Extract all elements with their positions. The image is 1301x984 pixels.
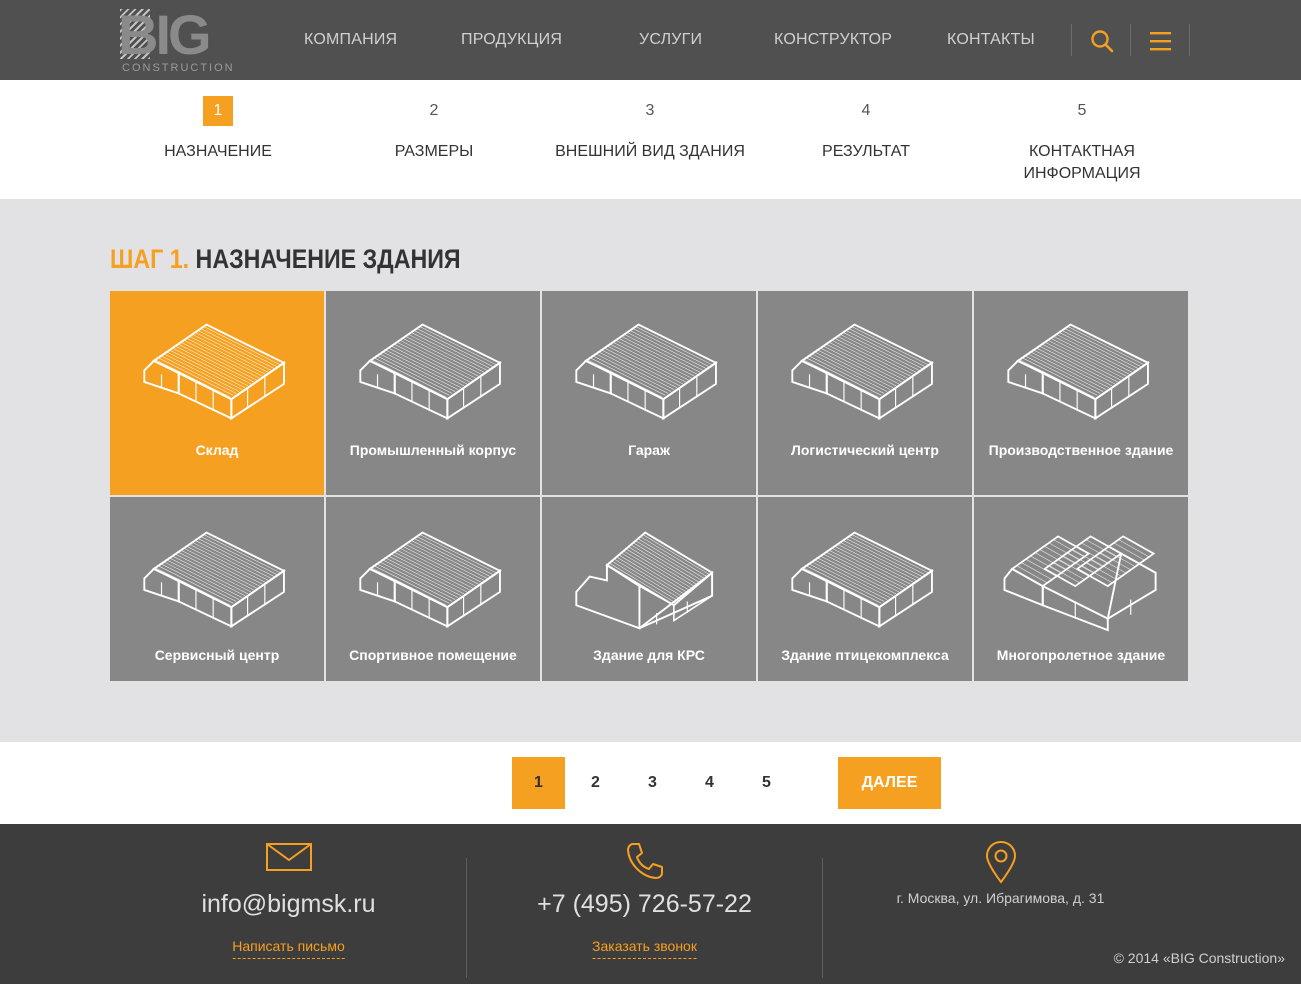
page-button-1[interactable]: 1: [512, 757, 565, 809]
nav-item-contacts[interactable]: КОНТАКТЫ: [947, 31, 1035, 49]
header-divider: [1071, 24, 1072, 56]
building-type-tile[interactable]: Логистический центр: [758, 291, 972, 495]
site-header: BIG CONSTRUCTION КОМПАНИЯ ПРОДУКЦИЯ УСЛУ…: [0, 0, 1301, 80]
pagination-bar: 1 2 3 4 5 ДАЛЕЕ: [0, 742, 1301, 824]
nav-item-products[interactable]: ПРОДУКЦИЯ: [461, 31, 562, 49]
building-type-label: Промышленный корпус: [349, 442, 517, 458]
building-type-label: Гараж: [628, 442, 670, 458]
step-label: КОНТАКТНАЯ ИНФОРМАЦИЯ: [1023, 143, 1141, 182]
building-type-label: Производственное здание: [988, 442, 1174, 458]
footer-phone[interactable]: +7 (495) 726-57-22: [467, 890, 822, 919]
step-title-text: НАЗНАЧЕНИЕ ЗДАНИЯ: [195, 244, 461, 274]
step-1[interactable]: 1 НАЗНАЧЕНИЕ: [108, 96, 328, 163]
nav-item-constructor[interactable]: КОНСТРУКТОР: [774, 31, 892, 49]
step-4[interactable]: 4 РЕЗУЛЬТАТ: [756, 96, 976, 163]
step-label: НАЗНАЧЕНИЕ: [164, 143, 272, 160]
step-label: РАЗМЕРЫ: [394, 143, 474, 160]
building-type-grid: Склад Промышленный корпус Гараж Логистич…: [110, 291, 1190, 681]
step-2[interactable]: 2 РАЗМЕРЫ: [324, 96, 544, 163]
request-call-link[interactable]: Заказать звонок: [592, 938, 697, 959]
step-progress: 1 НАЗНАЧЕНИЕ 2 РАЗМЕРЫ 3 ВНЕШНИЙ ВИД ЗДА…: [0, 80, 1301, 199]
page-title: ШАГ 1. НАЗНАЧЕНИЕ ЗДАНИЯ: [110, 244, 461, 275]
building-type-tile[interactable]: Промышленный корпус: [326, 291, 540, 495]
step-number: 4: [861, 102, 871, 119]
step-number: 5: [1077, 102, 1087, 119]
envelope-icon: [265, 840, 313, 879]
building-type-tile[interactable]: Здание для КРС: [542, 497, 756, 681]
building-type-label: Спортивное помещение: [349, 647, 517, 663]
step-title-accent: ШАГ 1.: [110, 244, 190, 274]
step-3[interactable]: 3 ВНЕШНИЙ ВИД ЗДАНИЯ: [540, 96, 760, 163]
search-icon[interactable]: [1089, 28, 1115, 54]
footer-email-block: info@bigmsk.ru Написать письмо: [111, 824, 466, 984]
building-type-label: Многопролетное здание: [996, 647, 1166, 663]
next-button[interactable]: ДАЛЕЕ: [838, 757, 941, 809]
page-button-5[interactable]: 5: [740, 757, 793, 809]
nav-item-services[interactable]: УСЛУГИ: [639, 31, 702, 49]
step-number: 2: [429, 102, 439, 119]
building-type-tile[interactable]: Гараж: [542, 291, 756, 495]
building-type-label: Здание птицекомплекса: [781, 647, 949, 663]
step-label: ВНЕШНИЙ ВИД ЗДАНИЯ: [555, 143, 745, 160]
logo-text: BIG: [118, 3, 212, 66]
building-type-tile[interactable]: Производственное здание: [974, 291, 1188, 495]
building-type-tile[interactable]: Здание птицекомплекса: [758, 497, 972, 681]
site-footer: info@bigmsk.ru Написать письмо +7 (495) …: [0, 824, 1301, 984]
building-type-label: Сервисный центр: [154, 647, 280, 663]
step-label: РЕЗУЛЬТАТ: [822, 143, 910, 160]
building-type-label: Склад: [195, 442, 239, 458]
phone-icon: [624, 840, 666, 887]
building-type-tile[interactable]: Склад: [110, 291, 324, 495]
logo-subtext: CONSTRUCTION: [122, 62, 235, 74]
nav-item-company[interactable]: КОМПАНИЯ: [304, 31, 397, 49]
copyright: © 2014 «BIG Construction»: [1113, 950, 1285, 966]
location-pin-icon: [983, 840, 1019, 889]
big-construction-logo[interactable]: BIG CONSTRUCTION: [118, 5, 246, 75]
step-5[interactable]: 5 КОНТАКТНАЯ ИНФОРМАЦИЯ: [1000, 96, 1164, 185]
building-type-tile[interactable]: Сервисный центр: [110, 497, 324, 681]
building-type-tile[interactable]: Многопролетное здание: [974, 497, 1188, 681]
footer-phone-block: +7 (495) 726-57-22 Заказать звонок: [467, 824, 822, 984]
page-button-4[interactable]: 4: [683, 757, 736, 809]
step-number: 3: [645, 102, 655, 119]
building-type-tile[interactable]: Спортивное помещение: [326, 497, 540, 681]
footer-email[interactable]: info@bigmsk.ru: [111, 890, 466, 919]
write-email-link[interactable]: Написать письмо: [232, 938, 345, 959]
footer-address: г. Москва, ул. Ибрагимова, д. 31: [896, 890, 1105, 906]
hamburger-menu-icon[interactable]: [1148, 28, 1174, 54]
building-type-label: Логистический центр: [791, 442, 939, 458]
page-button-3[interactable]: 3: [626, 757, 679, 809]
step-number: 1: [203, 96, 233, 126]
header-divider: [1130, 24, 1131, 56]
header-divider: [1189, 24, 1190, 56]
building-type-label: Здание для КРС: [593, 647, 705, 663]
page-button-2[interactable]: 2: [569, 757, 622, 809]
